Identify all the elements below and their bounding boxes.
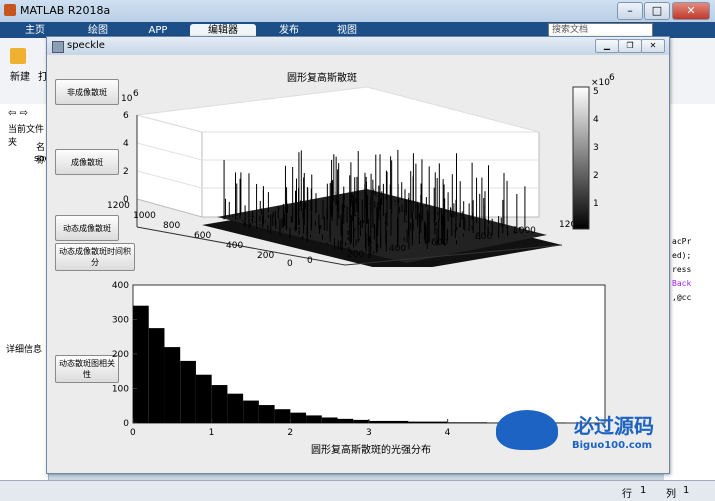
histogram-y-tick: 0: [123, 419, 129, 429]
x-tick: 800: [163, 221, 180, 231]
colorbar: [573, 87, 589, 229]
status-bar: 行 1 列 1: [0, 480, 715, 501]
histogram-x-tick: 3: [366, 428, 372, 438]
colorbar-tick: 3: [593, 143, 599, 153]
histogram-x-tick: 4: [445, 428, 451, 438]
histogram-bar: [369, 421, 408, 423]
z-tick: 4: [123, 139, 129, 149]
histogram-bar: [306, 415, 322, 423]
col-value: 1: [683, 485, 689, 496]
histogram-bar: [180, 361, 196, 423]
histogram-bar: [196, 375, 212, 423]
histogram-x-tick: 0: [130, 428, 136, 438]
window-title: MATLAB R2018a: [20, 4, 110, 17]
watermark-url: Biguo100.com: [572, 440, 652, 451]
histogram-x-tick: 1: [209, 428, 215, 438]
y-tick: 1000: [513, 226, 536, 236]
figure-title-bar: speckle ▁ ❐ ✕: [47, 37, 669, 55]
colorbar-tick: 5: [593, 87, 599, 97]
colorbar-tick: 4: [593, 115, 599, 125]
x-tick: 600: [194, 231, 211, 241]
watermark-logo: 必过源码 Biguo100.com: [496, 404, 706, 460]
x-tick: 1000: [133, 211, 156, 221]
histogram-y-tick: 400: [112, 281, 129, 291]
figure-close-button[interactable]: ✕: [641, 39, 665, 53]
x-tick: 400: [226, 241, 243, 251]
close-button[interactable]: ✕: [672, 2, 710, 20]
row-value: 1: [640, 485, 646, 496]
y-tick: 400: [389, 244, 406, 254]
y-tick: 0: [307, 256, 313, 266]
graduation-cap-icon: [496, 410, 558, 450]
histogram-y-tick: 300: [112, 316, 129, 326]
figure-title: speckle: [67, 40, 105, 51]
maximize-button[interactable]: □: [644, 2, 670, 20]
code-line: Back: [672, 279, 691, 288]
code-line: ,@cc: [672, 293, 691, 302]
y-tick: 200: [347, 250, 364, 260]
histogram-bar: [259, 405, 275, 423]
code-line: ed);: [672, 251, 691, 260]
histogram-bar: [290, 413, 306, 423]
z-exponent-base: 10: [121, 94, 133, 104]
z-tick: 6: [123, 111, 129, 121]
figure-icon: [52, 41, 64, 53]
col-label: 列: [666, 485, 676, 500]
new-icon[interactable]: [10, 48, 26, 64]
colorbar-tick: 1: [593, 199, 599, 209]
y-tick: 600: [431, 238, 448, 248]
matlab-logo-icon: [4, 4, 16, 16]
histogram-bar: [243, 401, 259, 423]
y-tick: 800: [475, 232, 492, 242]
plot3d-title: 圆形复高斯散斑: [287, 71, 357, 84]
x-tick: 0: [287, 259, 293, 267]
figure-minimize-button[interactable]: ▁: [595, 39, 619, 53]
histogram-bar: [448, 422, 487, 423]
histogram-xlabel: 圆形复高斯散斑的光强分布: [311, 443, 431, 456]
x-tick: 1200: [107, 201, 130, 211]
histogram-bar: [408, 422, 447, 423]
figure-restore-button[interactable]: ❐: [618, 39, 642, 53]
current-folder-pane: ⇦ ⇨ 当前文件夹 名称 spe 详细信息: [0, 104, 49, 480]
colorbar-exponent-power: 6: [609, 73, 615, 83]
histogram-bar: [164, 347, 180, 423]
code-line: ress: [672, 265, 691, 274]
matlab-title-bar: MATLAB R2018a – □ ✕: [0, 0, 715, 23]
watermark-text: 必过源码: [574, 410, 654, 439]
histogram-bar: [133, 306, 149, 423]
minimize-button[interactable]: –: [617, 2, 643, 20]
z-exponent-power: 6: [133, 89, 139, 99]
histogram-y-tick: 100: [112, 385, 129, 395]
new-label[interactable]: 新建: [10, 68, 30, 83]
histogram-y-tick: 200: [112, 350, 129, 360]
histogram-bar: [353, 420, 369, 423]
histogram-bar: [212, 385, 228, 423]
speckle-3d-plot: 圆形复高斯散斑 10 6 6 4 2 0 1200 1000 800 600 4…: [107, 67, 623, 267]
colorbar-tick: 2: [593, 171, 599, 181]
histogram-bar: [338, 419, 354, 423]
x-tick: 200: [257, 251, 274, 261]
histogram-bar: [322, 417, 338, 423]
histogram-x-tick: 2: [287, 428, 293, 438]
z-tick: 2: [123, 167, 129, 177]
back-icon[interactable]: ⇦ ⇨: [8, 108, 28, 119]
code-line: acPr: [672, 237, 691, 246]
histogram-bar: [275, 409, 291, 423]
row-label: 行: [622, 485, 632, 500]
details-label: 详细信息: [6, 342, 42, 355]
histogram-bar: [227, 394, 243, 423]
histogram-bar: [149, 328, 165, 423]
